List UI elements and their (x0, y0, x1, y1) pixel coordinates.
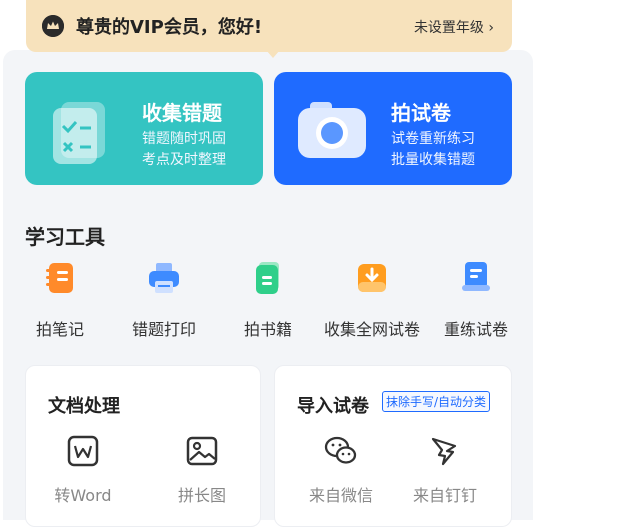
photograph-paper-card[interactable]: 拍试卷 试卷重新练习 批量收集错题 (274, 72, 512, 185)
sub-item-label: 拼长图 (177, 486, 226, 505)
tool-label: 收集全网试卷 (323, 320, 420, 339)
sub-item-label: 来自钉钉 (412, 486, 477, 505)
download-tray-icon (355, 260, 389, 296)
import-from-wechat-button[interactable]: 来自微信 (296, 434, 386, 506)
card-subtitle: 错题随时巩固 (142, 131, 226, 147)
tool-label: 拍笔记 (35, 320, 84, 339)
paper-stack-icon (459, 260, 493, 296)
document-processing-title: 文档处理 (48, 396, 120, 417)
tool-scan-books[interactable]: 拍书籍 (218, 260, 318, 340)
card-subtitle: 试卷重新练习 (391, 131, 475, 147)
camera-icon (296, 98, 368, 162)
card-title: 拍试卷 (391, 101, 451, 125)
tool-label: 拍书籍 (243, 320, 292, 339)
card-title: 收集错题 (142, 101, 222, 125)
stitch-long-image-button[interactable]: 拼长图 (157, 434, 247, 506)
word-icon (66, 434, 100, 468)
sub-item-label: 来自微信 (308, 486, 373, 505)
tool-label: 错题打印 (131, 320, 196, 339)
import-from-dingtalk-button[interactable]: 来自钉钉 (400, 434, 490, 506)
wechat-icon (324, 434, 358, 468)
tool-retry-papers[interactable]: 重练试卷 (426, 260, 526, 340)
crown-icon (42, 15, 64, 37)
tool-collect-online-papers[interactable]: 收集全网试卷 (322, 260, 422, 340)
card-subtitle: 批量收集错题 (391, 152, 475, 168)
convert-to-word-button[interactable]: 转Word (38, 434, 128, 506)
feature-tag: 抹除手写/自动分类 (382, 391, 491, 412)
tool-label: 重练试卷 (443, 320, 508, 339)
dingtalk-icon (428, 434, 462, 468)
vip-greeting: 尊贵的VIP会员，您好! (76, 17, 263, 38)
vip-banner-pointer (266, 50, 280, 58)
notebook-icon (43, 260, 77, 296)
document-icon (49, 94, 119, 166)
card-subtitle: 考点及时整理 (142, 152, 226, 168)
tool-take-notes[interactable]: 拍笔记 (10, 260, 110, 340)
printer-icon (147, 260, 181, 296)
import-papers-title: 导入试卷 (297, 396, 369, 417)
document-processing-card: 文档处理 转Word 拼长图 (25, 365, 261, 527)
sub-item-label: 转Word (54, 486, 112, 505)
tool-print-wrong-questions[interactable]: 错题打印 (114, 260, 214, 340)
import-papers-card: 导入试卷 抹除手写/自动分类 来自微信 来自钉钉 (274, 365, 512, 527)
study-tools-title: 学习工具 (25, 225, 105, 249)
collect-wrong-questions-card[interactable]: 收集错题 错题随时巩固 考点及时整理 (25, 72, 263, 185)
book-icon (251, 260, 285, 296)
image-icon (185, 434, 219, 468)
grade-setting-link[interactable]: 未设置年级 › (414, 17, 494, 37)
